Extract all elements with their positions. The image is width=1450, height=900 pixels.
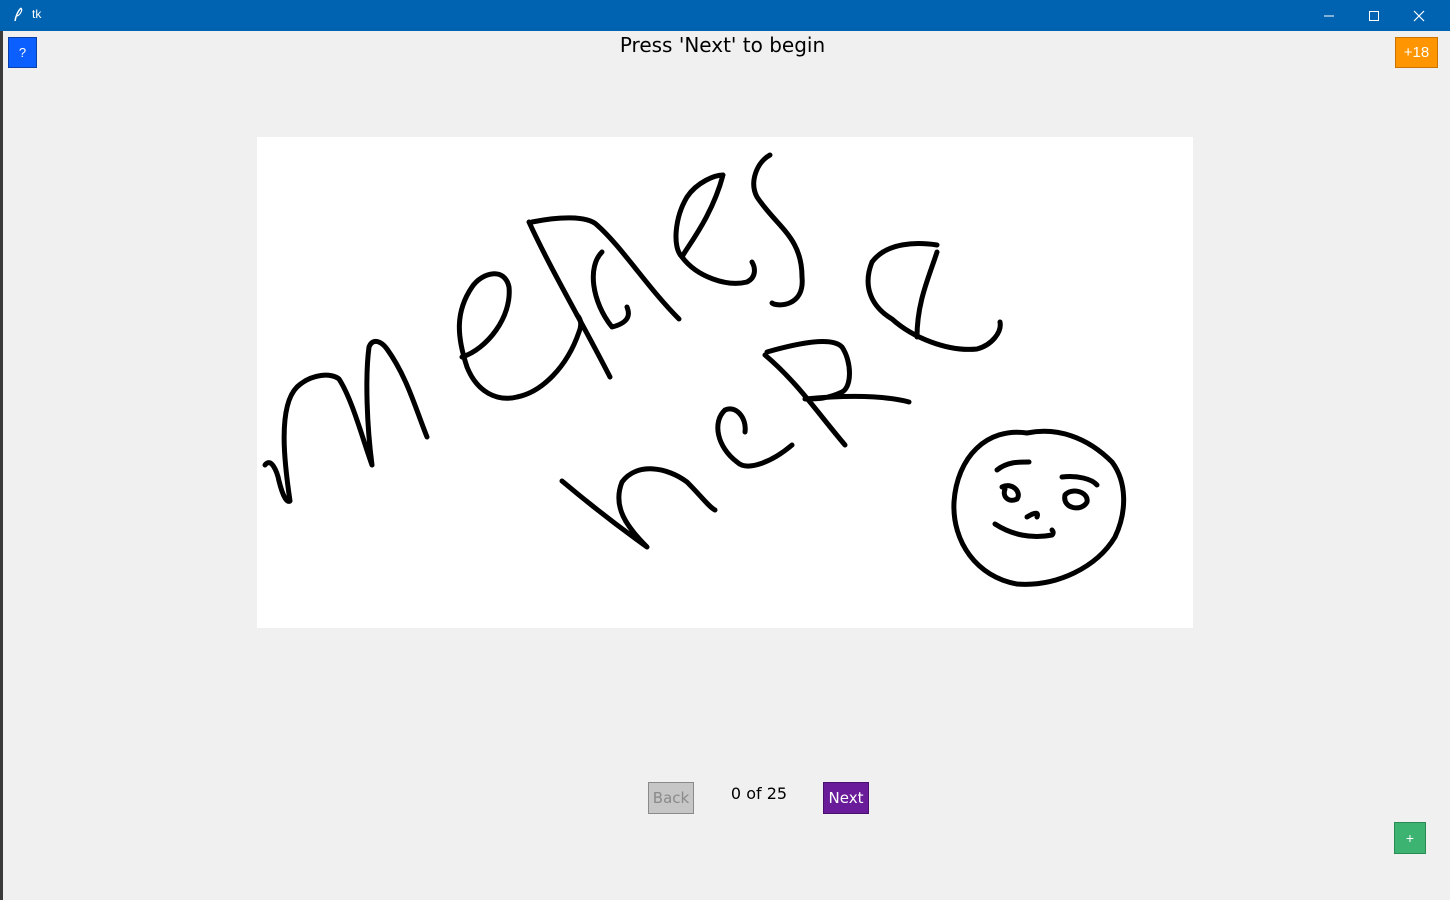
- window-left-edge: [0, 31, 3, 900]
- maximize-icon: [1369, 10, 1379, 21]
- age-restriction-button[interactable]: +18: [1395, 37, 1438, 68]
- maximize-button[interactable]: [1351, 0, 1397, 31]
- close-button[interactable]: [1396, 0, 1442, 31]
- handwritten-drawing: [262, 152, 1127, 587]
- close-icon: [1413, 10, 1425, 21]
- app-window: tk ? Press 'Next' to begin +18 Back 0 of…: [0, 0, 1450, 900]
- window-title: tk: [32, 7, 42, 21]
- add-button[interactable]: +: [1394, 822, 1426, 854]
- back-button[interactable]: Back: [648, 782, 694, 814]
- meme-image: [257, 137, 1193, 628]
- title-bar[interactable]: tk: [0, 0, 1450, 31]
- page-counter: 0 of 25: [730, 784, 788, 803]
- next-button[interactable]: Next: [823, 782, 869, 814]
- feather-icon: [10, 7, 26, 23]
- minimize-icon: [1324, 15, 1334, 16]
- minimize-button[interactable]: [1306, 0, 1352, 31]
- page-title: Press 'Next' to begin: [619, 33, 826, 57]
